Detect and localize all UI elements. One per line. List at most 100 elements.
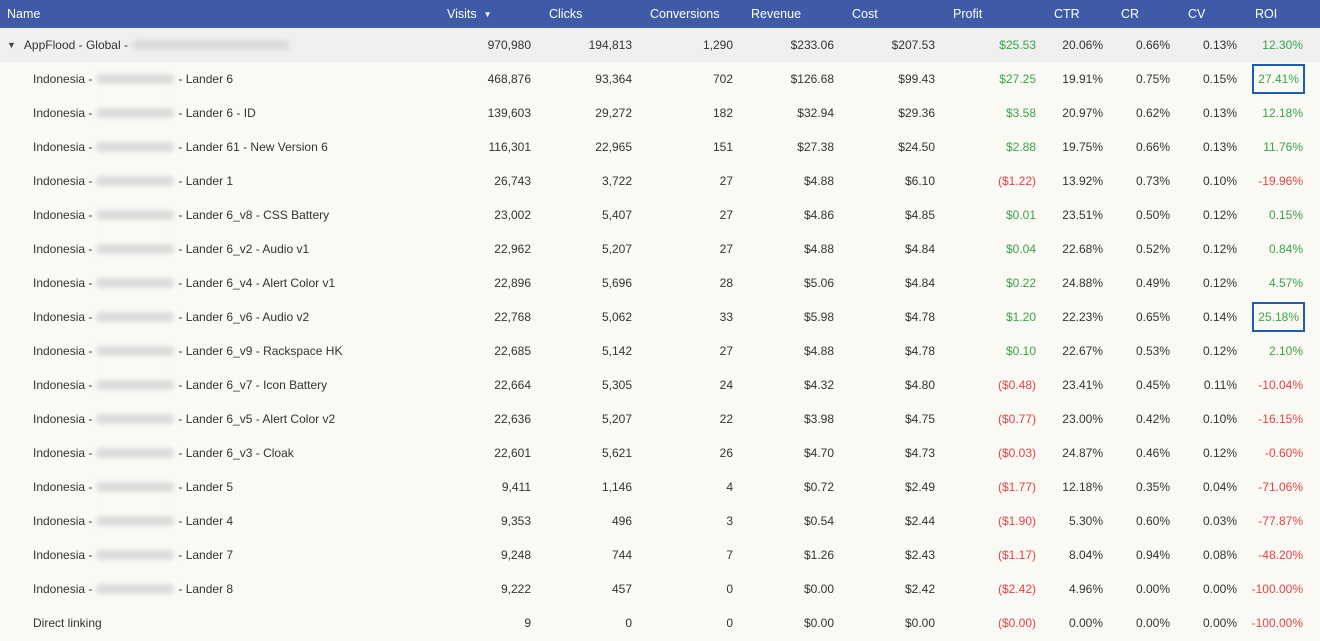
ctr-cell: 4.96% bbox=[1068, 582, 1103, 596]
collapse-caret-icon[interactable]: ▼ bbox=[7, 28, 16, 62]
table-row[interactable]: Indonesia - - Lander 6_v9 - Rackspace HK 2… bbox=[0, 334, 1320, 368]
conversions-cell: 26 bbox=[719, 446, 733, 460]
conversions-cell: 1,290 bbox=[702, 38, 733, 52]
table-row[interactable]: Indonesia - - Lander 6_v5 - Alert Color v… bbox=[0, 402, 1320, 436]
column-header-visits[interactable]: Visits ▼ bbox=[447, 0, 492, 28]
visits-cell: 468,876 bbox=[487, 72, 531, 86]
row-name-suffix: - Lander 6 - ID bbox=[178, 106, 256, 120]
revenue-cell: $5.06 bbox=[803, 276, 834, 290]
table-row[interactable]: Indonesia - - Lander 6_v4 - Alert Color v… bbox=[0, 266, 1320, 300]
row-name-prefix: Indonesia - bbox=[33, 480, 93, 494]
row-name-prefix: Indonesia - bbox=[33, 378, 93, 392]
group-row-appflood-global[interactable]: ▼ AppFlood - Global - 970,980 194,813 1,2… bbox=[0, 28, 1320, 62]
column-header-name[interactable]: Name bbox=[7, 0, 40, 28]
table-row[interactable]: Indonesia - - Lander 6 - ID 139,603 29,272 1… bbox=[0, 96, 1320, 130]
table-row[interactable]: Indonesia - - Lander 4 9,353 496 3 $0.54 $2.44… bbox=[0, 504, 1320, 538]
redacted-text bbox=[96, 414, 175, 424]
table-row[interactable]: Indonesia - - Lander 1 26,743 3,722 27 $4.88 $… bbox=[0, 164, 1320, 198]
cost-cell: $2.43 bbox=[904, 548, 935, 562]
ctr-cell: 23.00% bbox=[1062, 412, 1103, 426]
clicks-cell: 3,722 bbox=[601, 174, 632, 188]
column-label: CV bbox=[1188, 7, 1206, 21]
clicks-cell: 5,621 bbox=[601, 446, 632, 460]
column-header-ctr[interactable]: CTR bbox=[1054, 0, 1080, 28]
cost-cell: $29.36 bbox=[898, 106, 935, 120]
redacted-text bbox=[96, 448, 175, 458]
table-row[interactable]: Indonesia - - Lander 5 9,411 1,146 4 $0.72 $2.… bbox=[0, 470, 1320, 504]
row-name-suffix: - Lander 1 bbox=[178, 174, 234, 188]
table-row[interactable]: Indonesia - - Lander 6_v3 - Cloak 22,601 5,… bbox=[0, 436, 1320, 470]
column-header-roi[interactable]: ROI bbox=[1255, 0, 1277, 28]
ctr-cell: 22.68% bbox=[1062, 242, 1103, 256]
revenue-cell: $0.00 bbox=[803, 582, 834, 596]
row-name-cell: Indonesia - - Lander 6 - ID bbox=[33, 96, 256, 130]
table-row[interactable]: Direct linking 9 0 0 $0.00 $0.00 ($0.00) 0.00% 0… bbox=[0, 606, 1320, 640]
conversions-cell: 24 bbox=[719, 378, 733, 392]
cost-cell: $4.73 bbox=[904, 446, 935, 460]
revenue-cell: $3.98 bbox=[803, 412, 834, 426]
row-name-prefix: Indonesia - bbox=[33, 514, 93, 528]
visits-cell: 9 bbox=[524, 616, 531, 630]
roi-cell: 27.41% bbox=[1233, 62, 1305, 96]
column-header-cost[interactable]: Cost bbox=[852, 0, 878, 28]
table-row[interactable]: Indonesia - - Lander 61 - New Version 6 11… bbox=[0, 130, 1320, 164]
profit-cell: ($1.77) bbox=[997, 480, 1036, 494]
cost-cell: $2.42 bbox=[904, 582, 935, 596]
cost-cell: $2.44 bbox=[904, 514, 935, 528]
row-name-cell: Indonesia - - Lander 6_v6 - Audio v2 bbox=[33, 300, 309, 334]
table-row[interactable]: Indonesia - - Lander 6_v7 - Icon Battery 2… bbox=[0, 368, 1320, 402]
column-header-revenue[interactable]: Revenue bbox=[751, 0, 801, 28]
visits-cell: 26,743 bbox=[494, 174, 531, 188]
table-row[interactable]: Indonesia - - Lander 8 9,222 457 0 $0.00 $2.42… bbox=[0, 572, 1320, 606]
visits-cell: 22,896 bbox=[494, 276, 531, 290]
row-name-prefix: Indonesia - bbox=[33, 276, 93, 290]
row-name-suffix: - Lander 6_v5 - Alert Color v2 bbox=[178, 412, 336, 426]
cr-cell: 0.35% bbox=[1135, 480, 1170, 494]
revenue-cell: $4.88 bbox=[803, 344, 834, 358]
row-name-cell: Indonesia - - Lander 6_v2 - Audio v1 bbox=[33, 232, 309, 266]
cost-cell: $4.85 bbox=[904, 208, 935, 222]
cost-cell: $4.80 bbox=[904, 378, 935, 392]
revenue-cell: $0.54 bbox=[803, 514, 834, 528]
column-header-profit[interactable]: Profit bbox=[953, 0, 982, 28]
row-name-cell: Indonesia - - Lander 8 bbox=[33, 572, 233, 606]
revenue-cell: $4.70 bbox=[803, 446, 834, 460]
table-row[interactable]: Indonesia - - Lander 7 9,248 744 7 $1.26 $2.43… bbox=[0, 538, 1320, 572]
row-name-cell: Indonesia - - Lander 6_v5 - Alert Color v… bbox=[33, 402, 335, 436]
revenue-cell: $126.68 bbox=[790, 72, 834, 86]
column-header-clicks[interactable]: Clicks bbox=[549, 0, 582, 28]
column-header-cr[interactable]: CR bbox=[1121, 0, 1139, 28]
clicks-cell: 5,305 bbox=[601, 378, 632, 392]
table-row[interactable]: Indonesia - - Lander 6_v6 - Audio v2 22,76… bbox=[0, 300, 1320, 334]
roi-cell: -0.60% bbox=[1264, 446, 1303, 460]
column-header-conversions[interactable]: Conversions bbox=[650, 0, 719, 28]
row-name-prefix: Indonesia - bbox=[33, 140, 93, 154]
table-row[interactable]: Indonesia - - Lander 6 468,876 93,364 702 $12… bbox=[0, 62, 1320, 96]
revenue-cell: $233.06 bbox=[790, 38, 834, 52]
cv-cell: 0.08% bbox=[1202, 548, 1237, 562]
row-name-cell: Indonesia - - Lander 6_v3 - Cloak bbox=[33, 436, 294, 470]
row-name-suffix: - Lander 4 bbox=[178, 514, 234, 528]
column-header-cv[interactable]: CV bbox=[1188, 0, 1205, 28]
cv-cell: 0.12% bbox=[1202, 208, 1237, 222]
table-row[interactable]: Indonesia - - Lander 6_v8 - CSS Battery 23… bbox=[0, 198, 1320, 232]
column-label: Profit bbox=[953, 7, 983, 21]
row-name-prefix: Indonesia - bbox=[33, 310, 93, 324]
clicks-cell: 5,207 bbox=[601, 242, 632, 256]
profit-cell: $0.10 bbox=[1005, 344, 1036, 358]
row-name-cell: Direct linking bbox=[33, 606, 102, 640]
ctr-cell: 22.67% bbox=[1062, 344, 1103, 358]
cr-cell: 0.66% bbox=[1135, 38, 1170, 52]
visits-cell: 22,685 bbox=[494, 344, 531, 358]
clicks-cell: 457 bbox=[611, 582, 632, 596]
table-row[interactable]: Indonesia - - Lander 6_v2 - Audio v1 22,96… bbox=[0, 232, 1320, 266]
redacted-text bbox=[96, 210, 175, 220]
group-name-label: AppFlood - Global - bbox=[23, 38, 128, 52]
cv-cell: 0.00% bbox=[1202, 582, 1237, 596]
conversions-cell: 22 bbox=[719, 412, 733, 426]
cv-cell: 0.13% bbox=[1202, 106, 1237, 120]
profit-cell: ($0.03) bbox=[997, 446, 1036, 460]
column-label: Clicks bbox=[549, 7, 583, 21]
redacted-text bbox=[96, 312, 175, 322]
row-name-cell: Indonesia - - Lander 6_v4 - Alert Color v… bbox=[33, 266, 335, 300]
